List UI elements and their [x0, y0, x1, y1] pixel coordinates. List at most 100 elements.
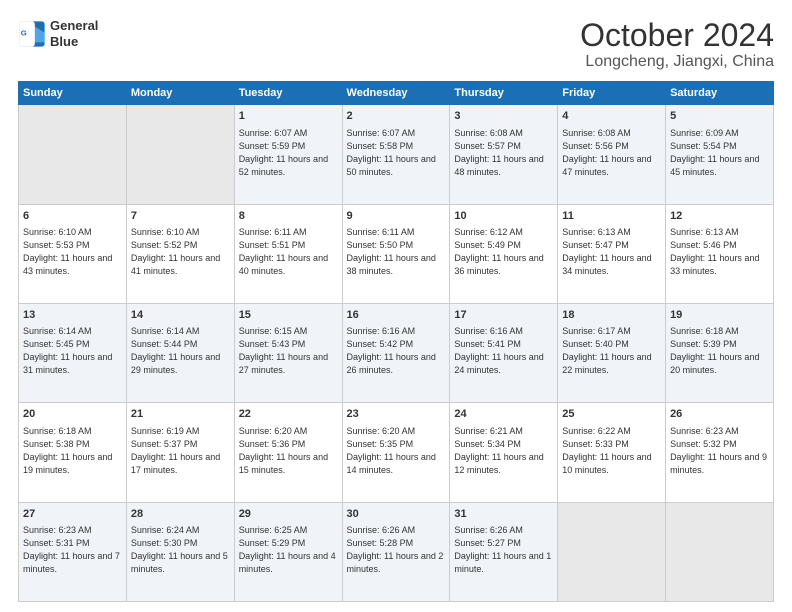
day-info: Sunrise: 6:11 AM Sunset: 5:51 PM Dayligh…: [239, 226, 338, 278]
page: G General Blue October 2024 Longcheng, J…: [0, 0, 792, 612]
calendar-cell: 15Sunrise: 6:15 AM Sunset: 5:43 PM Dayli…: [234, 303, 342, 402]
day-number: 2: [347, 109, 446, 124]
day-info: Sunrise: 6:17 AM Sunset: 5:40 PM Dayligh…: [562, 325, 661, 377]
header: G General Blue October 2024 Longcheng, J…: [18, 18, 774, 71]
calendar-cell: 11Sunrise: 6:13 AM Sunset: 5:47 PM Dayli…: [558, 204, 666, 303]
day-number: 24: [454, 407, 553, 422]
weekday-row: SundayMondayTuesdayWednesdayThursdayFrid…: [19, 82, 774, 105]
day-number: 29: [239, 507, 338, 522]
main-title: October 2024: [580, 18, 774, 53]
calendar-cell: [19, 105, 127, 204]
day-info: Sunrise: 6:13 AM Sunset: 5:46 PM Dayligh…: [670, 226, 769, 278]
day-number: 20: [23, 407, 122, 422]
day-number: 26: [670, 407, 769, 422]
calendar-cell: 5Sunrise: 6:09 AM Sunset: 5:54 PM Daylig…: [666, 105, 774, 204]
day-info: Sunrise: 6:23 AM Sunset: 5:31 PM Dayligh…: [23, 524, 122, 576]
weekday-header: Friday: [558, 82, 666, 105]
calendar-table: SundayMondayTuesdayWednesdayThursdayFrid…: [18, 81, 774, 602]
calendar-cell: 14 Sunrise: 6:14 AM Sunset: 5:44 PM Dayli…: [126, 303, 234, 402]
day-info: Sunrise: 6:11 AM Sunset: 5:50 PM Dayligh…: [347, 226, 446, 278]
calendar-cell: 30 Sunrise: 6:26 AM Sunset: 5:28 PM Dayli…: [342, 502, 450, 601]
day-number: 23: [347, 407, 446, 422]
calendar-cell: [558, 502, 666, 601]
calendar-cell: 28 Sunrise: 6:24 AM Sunset: 5:30 PM Dayli…: [126, 502, 234, 601]
logo-text: General Blue: [50, 18, 98, 49]
day-info: Sunrise: 6:16 AM Sunset: 5:42 PM Dayligh…: [347, 325, 446, 377]
calendar-cell: 4Sunrise: 6:08 AM Sunset: 5:56 PM Daylig…: [558, 105, 666, 204]
day-info: Sunrise: 6:19 AM Sunset: 5:37 PM Dayligh…: [131, 425, 230, 477]
day-info: Sunrise: 6:26 AM Sunset: 5:28 PM Dayligh…: [347, 524, 446, 576]
calendar-cell: 25Sunrise: 6:22 AM Sunset: 5:33 PM Dayli…: [558, 403, 666, 502]
weekday-header: Thursday: [450, 82, 558, 105]
day-number: 25: [562, 407, 661, 422]
calendar-week-row: 20 Sunrise: 6:18 AM Sunset: 5:38 PM Dayli…: [19, 403, 774, 502]
calendar-cell: 19 Sunrise: 6:18 AM Sunset: 5:39 PM Dayli…: [666, 303, 774, 402]
day-number: 9: [347, 209, 446, 224]
weekday-header: Sunday: [19, 82, 127, 105]
day-info: Sunrise: 6:08 AM Sunset: 5:57 PM Dayligh…: [454, 127, 553, 179]
calendar-week-row: 13 Sunrise: 6:14 AM Sunset: 5:45 PM Dayli…: [19, 303, 774, 402]
logo-icon: G: [18, 20, 46, 48]
calendar-cell: 31 Sunrise: 6:26 AM Sunset: 5:27 PM Dayli…: [450, 502, 558, 601]
calendar-week-row: 27Sunrise: 6:23 AM Sunset: 5:31 PM Dayli…: [19, 502, 774, 601]
day-number: 28: [131, 507, 230, 522]
day-info: Sunrise: 6:09 AM Sunset: 5:54 PM Dayligh…: [670, 127, 769, 179]
calendar-cell: 17Sunrise: 6:16 AM Sunset: 5:41 PM Dayli…: [450, 303, 558, 402]
calendar-cell: 20 Sunrise: 6:18 AM Sunset: 5:38 PM Dayli…: [19, 403, 127, 502]
calendar-cell: 3 Sunrise: 6:08 AM Sunset: 5:57 PM Daylig…: [450, 105, 558, 204]
calendar-body: 1Sunrise: 6:07 AM Sunset: 5:59 PM Daylig…: [19, 105, 774, 602]
calendar-week-row: 1Sunrise: 6:07 AM Sunset: 5:59 PM Daylig…: [19, 105, 774, 204]
day-info: Sunrise: 6:18 AM Sunset: 5:39 PM Dayligh…: [670, 325, 769, 377]
day-info: Sunrise: 6:07 AM Sunset: 5:58 PM Dayligh…: [347, 127, 446, 179]
day-number: 3: [454, 109, 553, 124]
weekday-header: Monday: [126, 82, 234, 105]
day-info: Sunrise: 6:12 AM Sunset: 5:49 PM Dayligh…: [454, 226, 553, 278]
calendar-cell: 8 Sunrise: 6:11 AM Sunset: 5:51 PM Daylig…: [234, 204, 342, 303]
subtitle: Longcheng, Jiangxi, China: [580, 53, 774, 71]
day-info: Sunrise: 6:18 AM Sunset: 5:38 PM Dayligh…: [23, 425, 122, 477]
day-number: 16: [347, 308, 446, 323]
title-block: October 2024 Longcheng, Jiangxi, China: [580, 18, 774, 71]
calendar-cell: 26Sunrise: 6:23 AM Sunset: 5:32 PM Dayli…: [666, 403, 774, 502]
day-info: Sunrise: 6:14 AM Sunset: 5:44 PM Dayligh…: [131, 325, 230, 377]
day-number: 6: [23, 209, 122, 224]
logo-line1: General: [50, 18, 98, 34]
calendar-cell: 1Sunrise: 6:07 AM Sunset: 5:59 PM Daylig…: [234, 105, 342, 204]
logo-line2: Blue: [50, 34, 98, 50]
day-number: 7: [131, 209, 230, 224]
day-number: 13: [23, 308, 122, 323]
calendar-week-row: 6 Sunrise: 6:10 AM Sunset: 5:53 PM Daylig…: [19, 204, 774, 303]
day-number: 12: [670, 209, 769, 224]
calendar-cell: [126, 105, 234, 204]
day-number: 22: [239, 407, 338, 422]
calendar-cell: 22Sunrise: 6:20 AM Sunset: 5:36 PM Dayli…: [234, 403, 342, 502]
day-info: Sunrise: 6:24 AM Sunset: 5:30 PM Dayligh…: [131, 524, 230, 576]
calendar-cell: 2 Sunrise: 6:07 AM Sunset: 5:58 PM Daylig…: [342, 105, 450, 204]
day-info: Sunrise: 6:16 AM Sunset: 5:41 PM Dayligh…: [454, 325, 553, 377]
day-info: Sunrise: 6:25 AM Sunset: 5:29 PM Dayligh…: [239, 524, 338, 576]
logo: G General Blue: [18, 18, 98, 49]
weekday-header: Saturday: [666, 82, 774, 105]
calendar-cell: 21Sunrise: 6:19 AM Sunset: 5:37 PM Dayli…: [126, 403, 234, 502]
svg-text:G: G: [21, 28, 27, 37]
day-number: 18: [562, 308, 661, 323]
day-number: 4: [562, 109, 661, 124]
day-info: Sunrise: 6:13 AM Sunset: 5:47 PM Dayligh…: [562, 226, 661, 278]
calendar-cell: 13 Sunrise: 6:14 AM Sunset: 5:45 PM Dayli…: [19, 303, 127, 402]
day-info: Sunrise: 6:26 AM Sunset: 5:27 PM Dayligh…: [454, 524, 553, 576]
day-number: 19: [670, 308, 769, 323]
day-number: 14: [131, 308, 230, 323]
day-number: 1: [239, 109, 338, 124]
day-number: 31: [454, 507, 553, 522]
calendar-cell: 18 Sunrise: 6:17 AM Sunset: 5:40 PM Dayli…: [558, 303, 666, 402]
calendar-cell: [666, 502, 774, 601]
day-info: Sunrise: 6:21 AM Sunset: 5:34 PM Dayligh…: [454, 425, 553, 477]
day-info: Sunrise: 6:14 AM Sunset: 5:45 PM Dayligh…: [23, 325, 122, 377]
day-info: Sunrise: 6:15 AM Sunset: 5:43 PM Dayligh…: [239, 325, 338, 377]
day-info: Sunrise: 6:10 AM Sunset: 5:53 PM Dayligh…: [23, 226, 122, 278]
day-number: 30: [347, 507, 446, 522]
day-number: 8: [239, 209, 338, 224]
weekday-header: Tuesday: [234, 82, 342, 105]
day-info: Sunrise: 6:10 AM Sunset: 5:52 PM Dayligh…: [131, 226, 230, 278]
calendar-cell: 7 Sunrise: 6:10 AM Sunset: 5:52 PM Daylig…: [126, 204, 234, 303]
